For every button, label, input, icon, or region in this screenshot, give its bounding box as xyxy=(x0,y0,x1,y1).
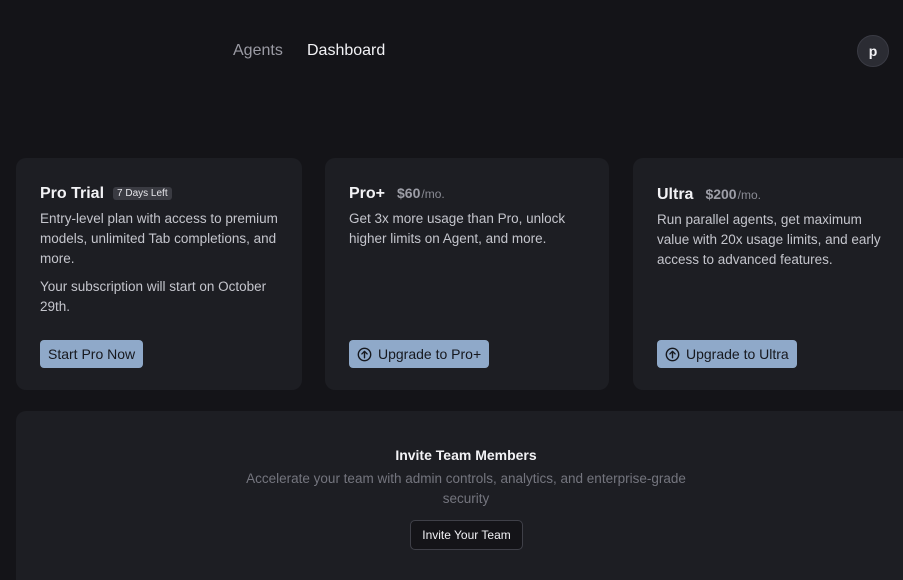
plan-card-header: Pro Trial 7 Days Left xyxy=(40,185,172,203)
invite-subtitle: Accelerate your team with admin controls… xyxy=(246,471,686,506)
plan-description-text: Entry-level plan with access to premium … xyxy=(40,211,278,266)
plan-period: /mo. xyxy=(737,188,761,202)
plan-price: $60 xyxy=(397,185,421,201)
nav-link-dashboard[interactable]: Dashboard xyxy=(307,41,385,61)
invite-your-team-button[interactable]: Invite Your Team xyxy=(410,520,523,550)
arrow-up-circle-icon xyxy=(357,347,372,362)
top-nav: Agents Dashboard p xyxy=(0,0,903,100)
plan-description-text: Get 3x more usage than Pro, unlock highe… xyxy=(349,211,566,246)
plan-description: Get 3x more usage than Pro, unlock highe… xyxy=(349,209,599,249)
plan-card-header: Ultra $200 /mo. xyxy=(657,186,761,204)
start-pro-button-label: Start Pro Now xyxy=(48,346,136,362)
arrow-up-circle-icon xyxy=(665,347,680,362)
nav-link-agents[interactable]: Agents xyxy=(233,41,283,61)
plan-card-pro-plus: Pro+ $60 /mo. Get 3x more usage than Pro… xyxy=(325,158,609,390)
plan-period: /mo. xyxy=(421,187,445,201)
plan-price: $200 xyxy=(705,186,737,202)
plan-description: Run parallel agents, get maximum value w… xyxy=(657,210,897,270)
plan-name: Pro Trial xyxy=(40,185,105,202)
plan-card-ultra: Ultra $200 /mo. Run parallel agents, get… xyxy=(633,158,903,390)
plan-description-text: Run parallel agents, get maximum value w… xyxy=(657,212,881,267)
dashboard-page: Agents Dashboard p Pro Trial 7 Days Left… xyxy=(0,0,903,580)
invite-team-section: Invite Team Members Accelerate your team… xyxy=(16,411,903,580)
subscription-start-note: Your subscription will start on October … xyxy=(40,279,267,314)
upgrade-ultra-label: Upgrade to Ultra xyxy=(686,346,789,362)
avatar[interactable]: p xyxy=(857,35,889,67)
plan-name: Ultra xyxy=(657,186,694,203)
upgrade-ultra-button[interactable]: Upgrade to Ultra xyxy=(657,340,797,368)
upgrade-pro-plus-label: Upgrade to Pro+ xyxy=(378,346,482,362)
start-pro-button[interactable]: Start Pro Now xyxy=(40,340,144,368)
upgrade-pro-plus-button[interactable]: Upgrade to Pro+ xyxy=(349,340,490,368)
plan-card-pro-trial: Pro Trial 7 Days Left Entry-level plan w… xyxy=(16,158,302,390)
trial-days-badge: 7 Days Left xyxy=(113,187,172,200)
plan-name: Pro+ xyxy=(349,185,386,202)
plan-card-header: Pro+ $60 /mo. xyxy=(349,185,445,203)
plan-description: Entry-level plan with access to premium … xyxy=(40,209,288,317)
invite-title: Invite Team Members xyxy=(395,447,537,463)
